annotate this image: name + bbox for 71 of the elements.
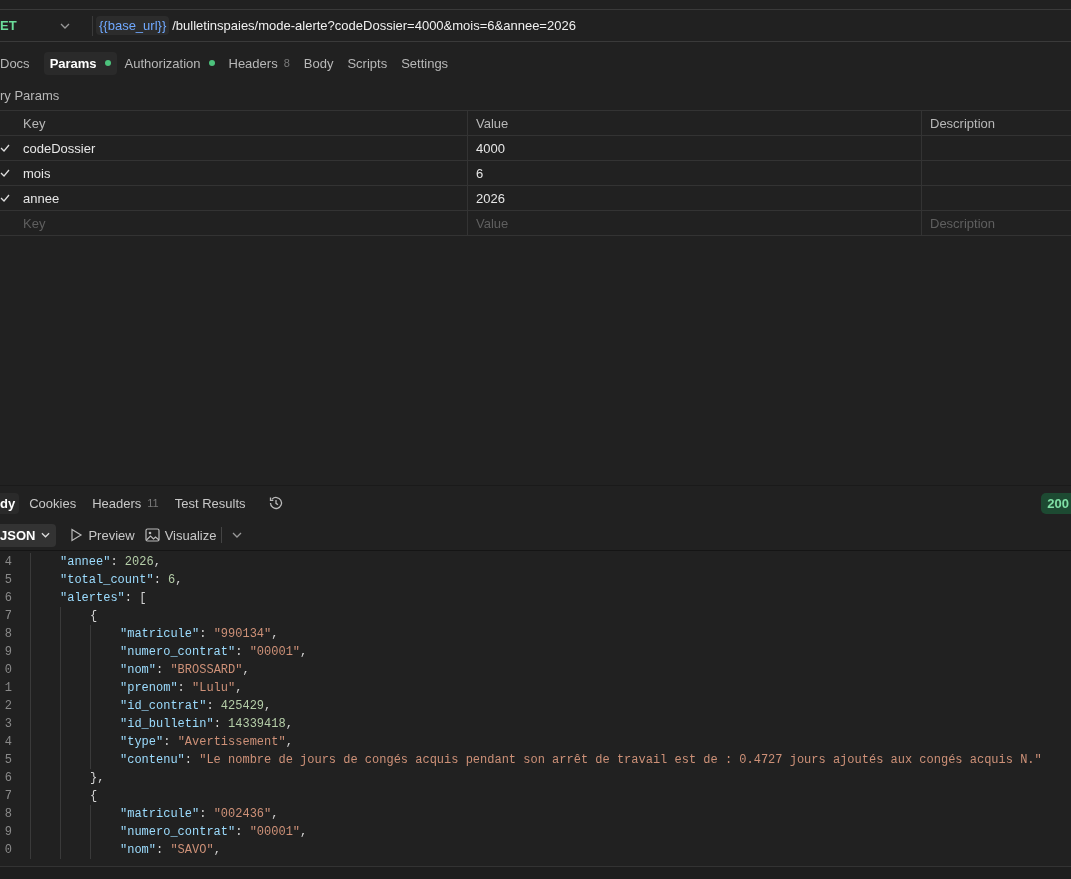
code-line: { — [90, 789, 98, 803]
line-number: 3 — [3, 717, 12, 731]
response-tab[interactable]: Test Results — [168, 495, 252, 511]
request-tab[interactable]: Scripts — [341, 51, 394, 75]
line-number: 8 — [3, 627, 12, 641]
line-number: 4 — [3, 735, 12, 749]
code-line: "type": "Avertissement", — [120, 735, 293, 749]
line-number: 2 — [3, 699, 12, 713]
chevron-down-icon[interactable] — [232, 532, 243, 538]
line-number: 0 — [3, 663, 12, 677]
line-number: 6 — [3, 771, 12, 785]
history-icon[interactable] — [267, 495, 284, 511]
code-line: }, — [90, 771, 105, 785]
code-line: "matricule": "990134", — [120, 627, 279, 641]
response-tab[interactable]: Cookies — [23, 495, 83, 511]
response-tab[interactable]: Headers 11 — [86, 495, 165, 511]
column-header: Description — [929, 114, 997, 133]
column-header: Value — [468, 111, 922, 135]
format-dropdown[interactable]: JSON — [0, 523, 57, 547]
status-badge: 200 — [1041, 492, 1071, 514]
visualize-button[interactable]: Visualize — [144, 527, 217, 543]
line-number: 8 — [3, 807, 12, 821]
chevron-down-icon[interactable] — [60, 22, 70, 29]
checkmark-icon[interactable] — [0, 144, 10, 152]
column-header: Key — [23, 111, 468, 135]
code-line: "numero_contrat": "00001", — [120, 645, 308, 659]
param-key[interactable]: mois — [23, 161, 468, 185]
section-title: ry Params — [0, 87, 61, 105]
line-number: 7 — [3, 609, 12, 623]
play-icon — [70, 528, 84, 542]
code-line: "id_bulletin": 14339418, — [120, 717, 293, 731]
param-key[interactable]: annee — [23, 186, 468, 210]
code-line: "alertes": [ — [60, 591, 147, 605]
code-line: "numero_contrat": "00001", — [120, 825, 308, 839]
response-tab[interactable]: dy — [0, 492, 20, 514]
code-line: { — [90, 609, 98, 623]
line-number: 5 — [3, 753, 12, 767]
code-line: "nom": "BROSSARD", — [120, 663, 250, 677]
line-number: 9 — [3, 645, 12, 659]
param-key[interactable]: codeDossier — [23, 136, 468, 160]
param-value[interactable]: 2026 — [468, 186, 922, 210]
request-tab[interactable]: Settings — [395, 51, 455, 75]
param-value[interactable]: 4000 — [468, 136, 922, 160]
url-variable: {{base_url}} — [96, 16, 170, 35]
checkmark-icon[interactable] — [0, 169, 10, 177]
line-number: 0 — [3, 843, 12, 857]
request-tab[interactable]: Body — [297, 51, 340, 75]
url-path: /bulletinspaies/mode-alerte?codeDossier=4000&mois=6&annee=2026 — [172, 18, 576, 33]
code-line: "prenom": "Lulu", — [120, 681, 243, 695]
param-value[interactable]: 6 — [468, 161, 922, 185]
code-line: "contenu": "Le nombre de jours de congés acquis pendant son arrêt de travail est de : 0.4727 jours ajoutés aux congés acquis N." — [120, 753, 1042, 767]
method-label[interactable]: ET — [0, 18, 60, 33]
request-tab[interactable]: Docs — [0, 51, 36, 75]
line-number: 1 — [3, 681, 12, 695]
line-number: 4 — [3, 555, 12, 569]
line-number: 6 — [3, 591, 12, 605]
url-field[interactable]: {{base_url}} /bulletinspaies/mode-alerte?codeDossier=4000&mois=6&annee=2026 — [96, 16, 576, 35]
request-tab[interactable]: Params — [43, 51, 117, 75]
code-line: "total_count": 6, — [60, 573, 183, 587]
request-tab[interactable]: Authorization — [118, 51, 221, 75]
request-tab[interactable]: Headers 8 — [222, 51, 296, 75]
line-number: 5 — [3, 573, 12, 587]
image-icon — [144, 528, 160, 542]
line-number: 7 — [3, 789, 12, 803]
code-line: "nom": "SAVO", — [120, 843, 221, 857]
code-line: "matricule": "002436", — [120, 807, 279, 821]
code-line: "id_contrat": 425429, — [120, 699, 272, 713]
checkmark-icon[interactable] — [0, 194, 10, 202]
preview-button[interactable]: Preview — [70, 527, 135, 543]
code-line: "annee": 2026, — [60, 555, 161, 569]
line-number: 9 — [3, 825, 12, 839]
